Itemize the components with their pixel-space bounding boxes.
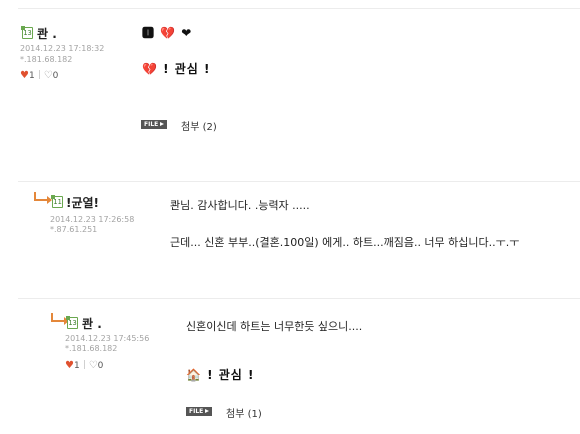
comment-ip: *.181.68.182 [65, 344, 118, 353]
heart-icon[interactable]: ♥ [20, 70, 29, 81]
author-nickname[interactable]: !균열! [66, 194, 99, 211]
comment-3: 13 콴 . 2014.12.23 17:45:56 *.181.68.182 … [0, 298, 580, 434]
broken-heart-icon[interactable]: ♡ [89, 360, 98, 371]
level-icon: 11 [51, 195, 63, 208]
comment-ip: *.87.61.251 [50, 225, 98, 234]
like-count: 1 [73, 361, 80, 371]
author-nickname[interactable]: 콴 . [82, 315, 102, 332]
dislike-count: 0 [97, 361, 104, 371]
comment-text-line-1: 콴님. 감사합니다. .능력자 ..... [170, 199, 310, 212]
comment-date: 2014.12.23 17:18:32 [20, 44, 105, 53]
level-icon: 13 [21, 26, 33, 39]
author-nickname[interactable]: 콴 . [37, 25, 57, 42]
file-attachment-icon: FILE [186, 407, 212, 416]
comment-text-line-2: 근데... 신혼 부부..(결혼.100일) 에게.. 하트...깨짐음.. 너… [170, 236, 520, 249]
vote-bar: ♥1 ♡0 [20, 70, 58, 82]
like-count: 1 [28, 71, 35, 81]
dislike-count: 0 [52, 71, 59, 81]
comment-ip: *.181.68.182 [20, 55, 73, 64]
vote-divider [83, 360, 85, 369]
file-attachment-icon: FILE [141, 120, 167, 129]
broken-heart-icon[interactable]: ♡ [44, 70, 53, 81]
vote-divider [38, 70, 40, 79]
emoticon-line: 🅸 💔 ❤ [142, 26, 193, 40]
comment-text-line-1: 신혼이신데 하트는 너무한듯 싶으니.... [186, 320, 363, 333]
comment-2: 11 !균열! 2014.12.23 17:26:58 *.87.61.251 … [0, 181, 580, 299]
attachment-link[interactable]: 첨부 (2) [181, 118, 217, 133]
comment-date: 2014.12.23 17:45:56 [65, 334, 150, 343]
level-icon: 13 [66, 316, 78, 329]
attachment-link[interactable]: 첨부 (1) [226, 405, 262, 420]
heart-icon[interactable]: ♥ [65, 360, 74, 371]
emoticon-line-2: 💔 ! 관심 ! [142, 62, 211, 76]
reply-arrow-icon [51, 313, 69, 325]
comment-date: 2014.12.23 17:26:58 [50, 215, 135, 224]
vote-bar: ♥1 ♡0 [65, 360, 103, 372]
comment-1: 13 콴 . 2014.12.23 17:18:32 *.181.68.182 … [0, 0, 580, 170]
reply-arrow-icon [34, 192, 52, 204]
emoticon-line: 🏠 ! 관심 ! [186, 368, 255, 382]
